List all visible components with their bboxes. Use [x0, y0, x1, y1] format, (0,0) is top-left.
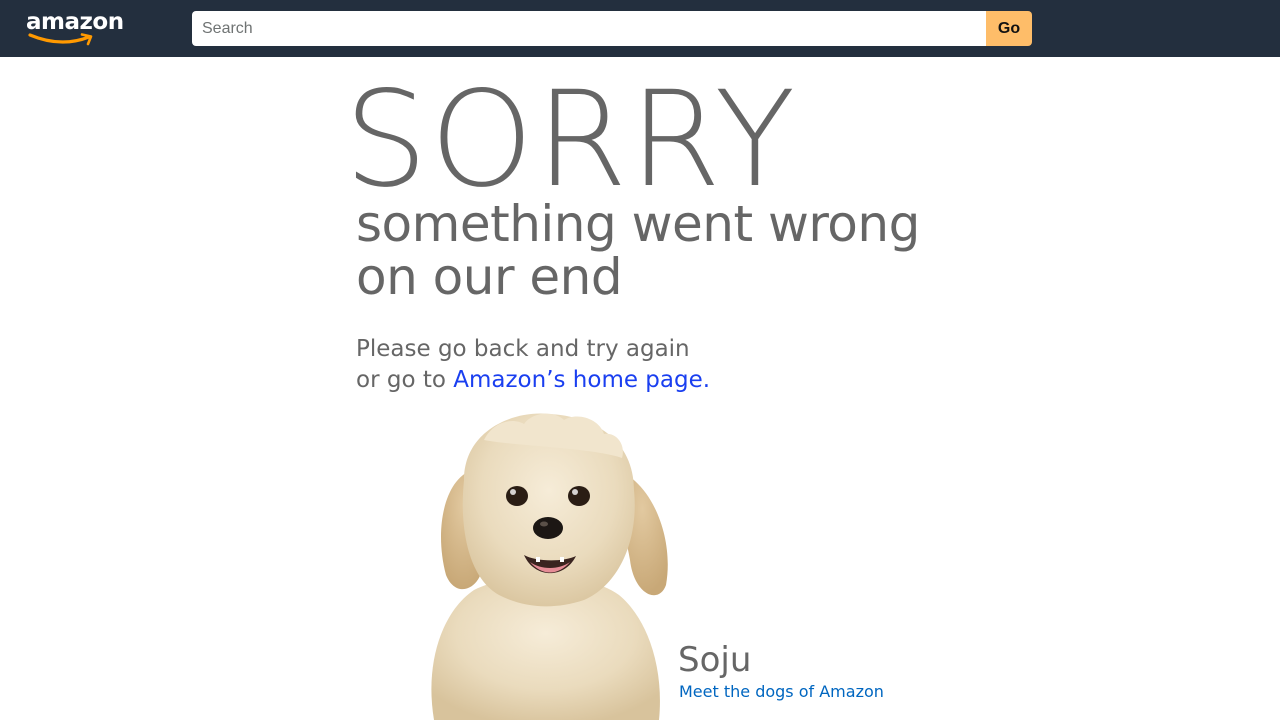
home-page-link[interactable]: Amazon’s home page. [453, 367, 710, 393]
search-bar: Go [192, 11, 1032, 46]
error-message-line-1: something went wrong [356, 195, 920, 253]
dog-photo-icon [431, 413, 668, 720]
instructions-prefix: or go to [356, 367, 454, 393]
meet-the-dogs-link[interactable]: Meet the dogs of Amazon [679, 682, 884, 702]
amazon-logo[interactable]: amazon [26, 8, 126, 48]
amazon-smile-icon [28, 33, 93, 46]
instructions-line-2: or go to Amazon’s home page. [356, 365, 710, 396]
error-message-line-2: on our end [356, 248, 623, 306]
error-message: something went wrong on our end [356, 198, 920, 304]
dog-name: Soju [678, 640, 752, 680]
top-navigation-bar: amazon Go [0, 0, 1280, 57]
search-input[interactable] [192, 11, 986, 46]
instructions-line-1: Please go back and try again [356, 336, 690, 362]
recovery-instructions: Please go back and try again or go to Am… [356, 334, 710, 396]
go-button[interactable]: Go [986, 11, 1032, 46]
